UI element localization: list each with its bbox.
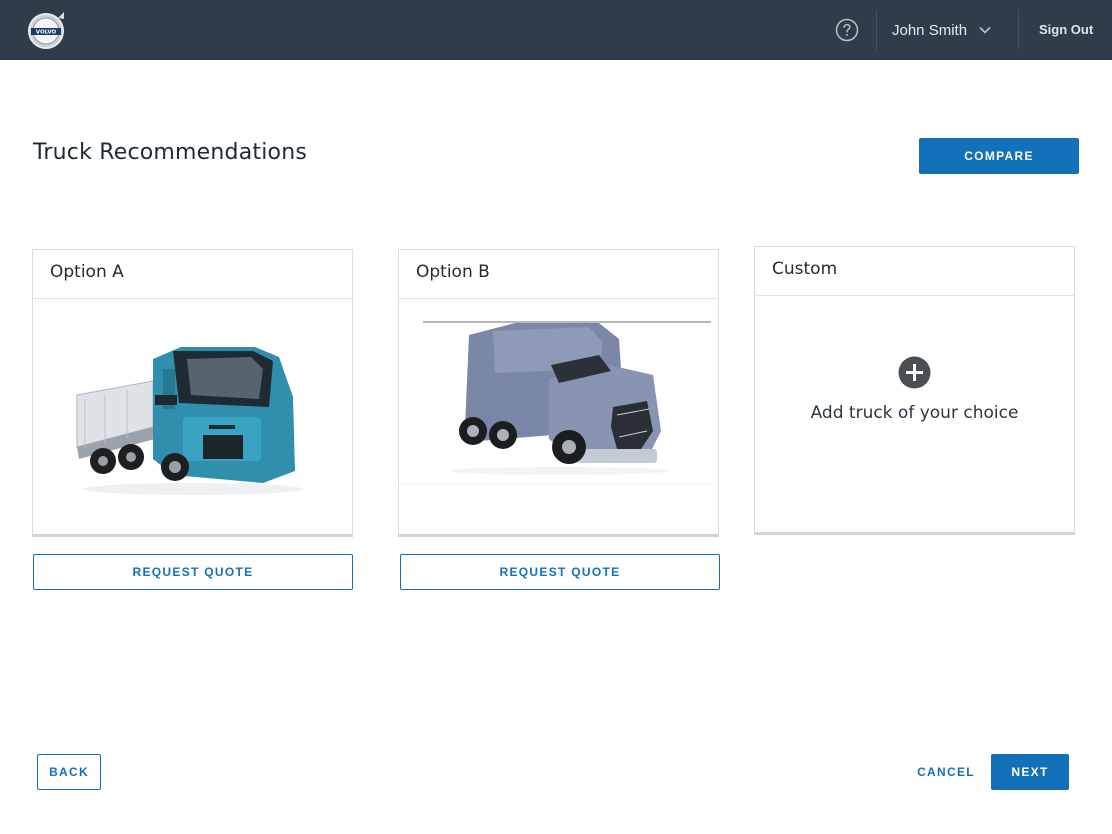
card-title: Option B [399, 250, 718, 299]
next-button[interactable]: NEXT [991, 754, 1069, 790]
truck-option-card-b[interactable]: Option B [398, 249, 719, 537]
compare-button[interactable]: COMPARE [919, 138, 1079, 174]
logo-text: VOLVO [36, 30, 57, 36]
header-divider [1018, 10, 1019, 50]
plus-circle-icon [898, 356, 931, 389]
truck-image-option-a [76, 347, 303, 495]
page-title: Truck Recommendations [33, 140, 308, 165]
card-title: Custom [755, 247, 1074, 296]
truck-option-card-a[interactable]: Option A [32, 249, 353, 537]
user-name: John Smith [892, 21, 968, 39]
help-circle-icon[interactable] [835, 18, 859, 42]
sign-out-link[interactable]: Sign Out [1039, 22, 1093, 37]
request-quote-button-option-a[interactable]: REQUEST QUOTE [33, 554, 353, 590]
volvo-logo-icon[interactable]: VOLVO [27, 12, 65, 50]
header-divider [876, 10, 877, 50]
custom-truck-card[interactable]: Custom Add truck of your choice [754, 246, 1075, 535]
cancel-button[interactable]: CANCEL [912, 754, 980, 790]
request-quote-button-option-b[interactable]: REQUEST QUOTE [400, 554, 720, 590]
add-truck-label: Add truck of your choice [810, 403, 1019, 423]
back-button[interactable]: BACK [37, 754, 101, 790]
chevron-down-icon [979, 26, 991, 34]
card-title: Option A [33, 250, 352, 299]
truck-image-option-b [399, 321, 711, 485]
user-menu[interactable]: John Smith [892, 19, 991, 41]
top-navigation-bar: VOLVO John Smith Sign Out [0, 0, 1112, 60]
add-truck-action[interactable]: Add truck of your choice [755, 356, 1074, 423]
